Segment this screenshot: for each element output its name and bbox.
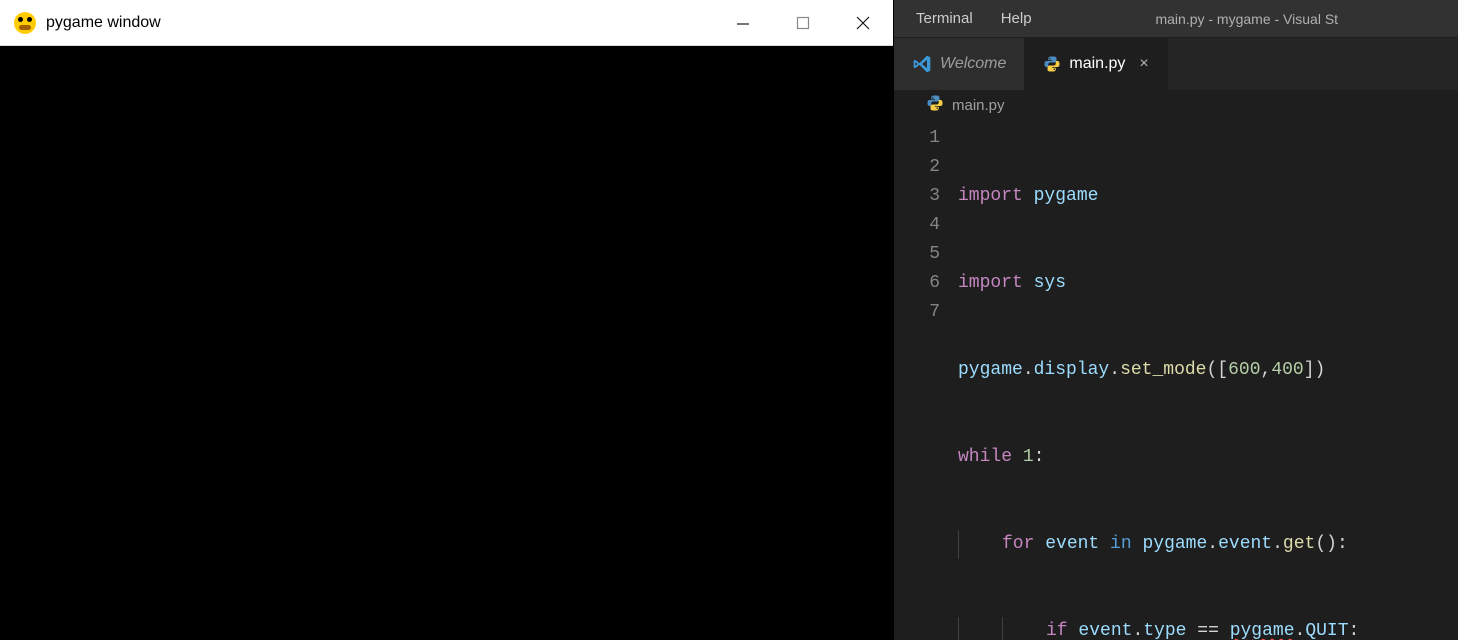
pygame-canvas[interactable]: [0, 46, 893, 640]
menu-help[interactable]: Help: [987, 2, 1046, 35]
pygame-app-window: pygame window: [0, 0, 894, 640]
code-line: import sys: [958, 269, 1458, 298]
minimize-icon: [736, 16, 750, 30]
line-number: 2: [894, 153, 940, 182]
tab-close-button[interactable]: ×: [1139, 55, 1148, 73]
maximize-icon: [796, 16, 810, 30]
vscode-titlebar[interactable]: Terminal Help main.py - mygame - Visual …: [894, 0, 1458, 38]
line-number: 4: [894, 211, 940, 240]
breadcrumb-label: main.py: [952, 97, 1005, 114]
line-number: 1: [894, 124, 940, 153]
code-line: while 1:: [958, 443, 1458, 472]
minimize-button[interactable]: [713, 0, 773, 46]
python-file-icon: [926, 94, 944, 116]
code-area[interactable]: import pygame import sys pygame.display.…: [958, 118, 1458, 640]
pygame-title-text: pygame window: [46, 14, 161, 32]
vscode-window: Terminal Help main.py - mygame - Visual …: [894, 0, 1458, 640]
python-file-icon: [1043, 55, 1061, 73]
pygame-snake-icon: [14, 12, 36, 34]
line-gutter: 1 2 3 4 5 6 7: [894, 118, 958, 640]
line-number: 6: [894, 269, 940, 298]
code-line: for event in pygame.event.get():: [958, 530, 1458, 559]
tab-main-py-label: main.py: [1069, 55, 1125, 73]
menu-terminal[interactable]: Terminal: [902, 2, 987, 35]
line-number: 5: [894, 240, 940, 269]
code-line: if event.type == pygame.QUIT:: [958, 617, 1458, 640]
vscode-menu: Terminal Help: [894, 2, 1046, 35]
code-line: import pygame: [958, 182, 1458, 211]
maximize-button[interactable]: [773, 0, 833, 46]
vscode-breadcrumb[interactable]: main.py: [894, 90, 1458, 118]
vscode-logo-icon: [912, 54, 932, 74]
vscode-title-text: main.py - mygame - Visual St: [1046, 11, 1458, 27]
tab-welcome-label: Welcome: [940, 55, 1006, 73]
tab-welcome[interactable]: Welcome: [894, 38, 1025, 90]
pygame-titlebar[interactable]: pygame window: [0, 0, 893, 46]
line-number: 7: [894, 298, 940, 327]
vscode-editor[interactable]: 1 2 3 4 5 6 7 import pygame import sys p…: [894, 118, 1458, 640]
close-icon: [856, 16, 870, 30]
tab-main-py[interactable]: main.py ×: [1025, 38, 1167, 90]
code-line: pygame.display.set_mode([600,400]): [958, 356, 1458, 385]
vscode-tabs: Welcome main.py ×: [894, 38, 1458, 90]
close-button[interactable]: [833, 0, 893, 46]
line-number: 3: [894, 182, 940, 211]
